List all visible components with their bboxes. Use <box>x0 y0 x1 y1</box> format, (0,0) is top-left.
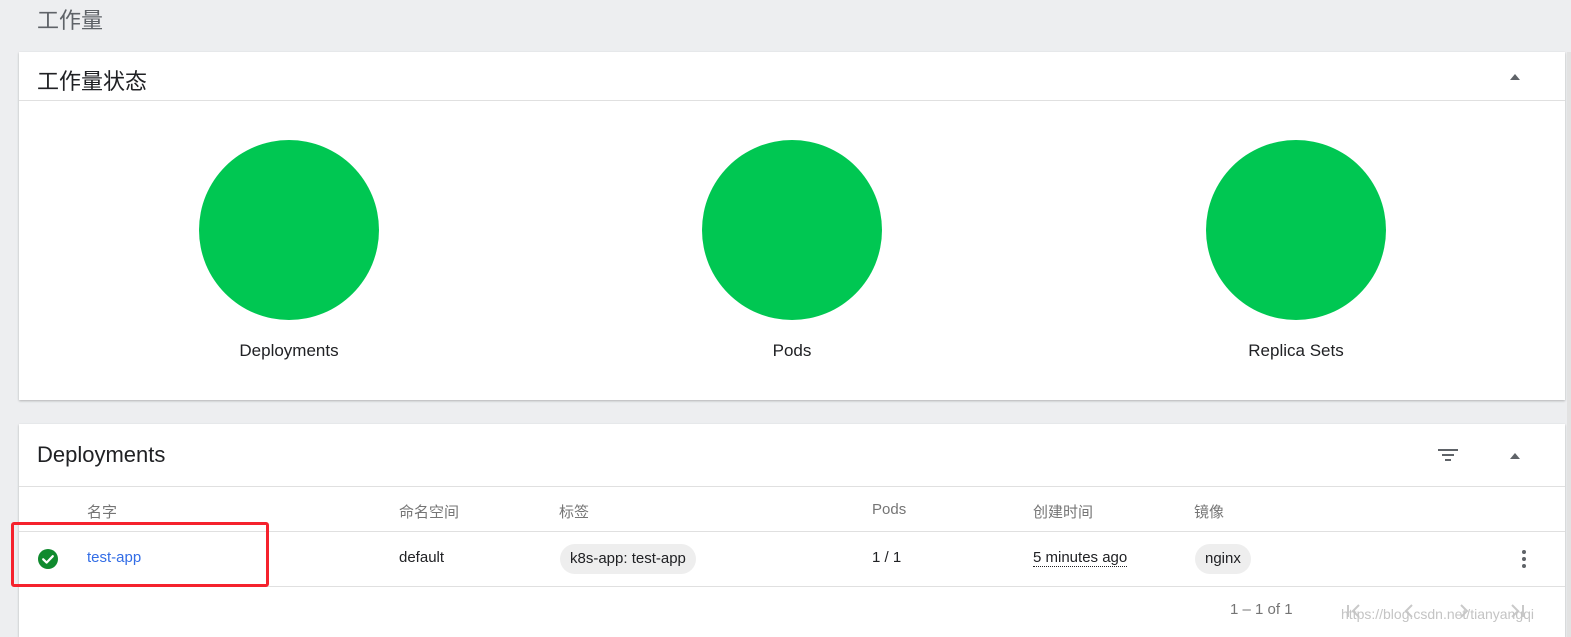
column-header-pods: Pods <box>872 501 907 518</box>
deployment-created: 5 minutes ago <box>1033 549 1128 567</box>
label-chip: k8s-app: test-app <box>560 544 696 574</box>
column-header-created[interactable]: 创建时间 <box>1033 501 1093 522</box>
paginator: 1 – 1 of 1 <box>19 586 1565 636</box>
column-header-images: 镜像 <box>1194 504 1225 521</box>
replica-sets-chart: Replica Sets <box>1206 140 1386 361</box>
collapse-deployments-button[interactable] <box>1505 446 1525 466</box>
column-header-namespace[interactable]: 命名空间 <box>399 501 459 522</box>
more-vert-icon <box>1522 550 1526 568</box>
pods-status-pie <box>702 140 882 320</box>
deployments-title: Deployments <box>37 442 166 467</box>
workload-status-card: 工作量状态 Deployments Pods Replica Sets <box>19 52 1565 400</box>
collapse-status-button[interactable] <box>1505 67 1525 87</box>
deployments-chart: Deployments <box>199 140 379 361</box>
filter-icon <box>1438 449 1458 461</box>
image-chip: nginx <box>1195 544 1251 574</box>
deployment-pods: 1 / 1 <box>872 549 902 566</box>
column-header-labels: 标签 <box>559 504 590 521</box>
pods-chart: Pods <box>702 140 882 361</box>
annotation-highlight-box <box>11 522 269 587</box>
deployments-chart-label: Deployments <box>239 341 339 360</box>
workload-status-title: 工作量状态 <box>37 69 148 94</box>
deployments-status-pie <box>199 140 379 320</box>
page-title: 工作量 <box>37 8 104 33</box>
deployments-header: Deployments <box>19 424 1565 487</box>
watermark: https://blog.csdn.net/tianyangqi <box>1341 606 1535 622</box>
replica-sets-status-pie <box>1206 140 1386 320</box>
scrollbar[interactable] <box>1567 52 1571 637</box>
workload-status-header: 工作量状态 <box>19 52 1565 101</box>
deployment-namespace: default <box>399 549 445 566</box>
chevron-up-icon <box>1510 453 1520 459</box>
filter-button[interactable] <box>1436 445 1460 465</box>
pagination-range: 1 – 1 of 1 <box>1230 601 1293 618</box>
pods-chart-label: Pods <box>772 341 812 360</box>
column-header-name[interactable]: 名字 <box>87 501 117 522</box>
replica-sets-chart-label: Replica Sets <box>1248 341 1344 360</box>
chevron-up-icon <box>1510 74 1520 80</box>
row-actions-button[interactable] <box>1519 549 1529 569</box>
